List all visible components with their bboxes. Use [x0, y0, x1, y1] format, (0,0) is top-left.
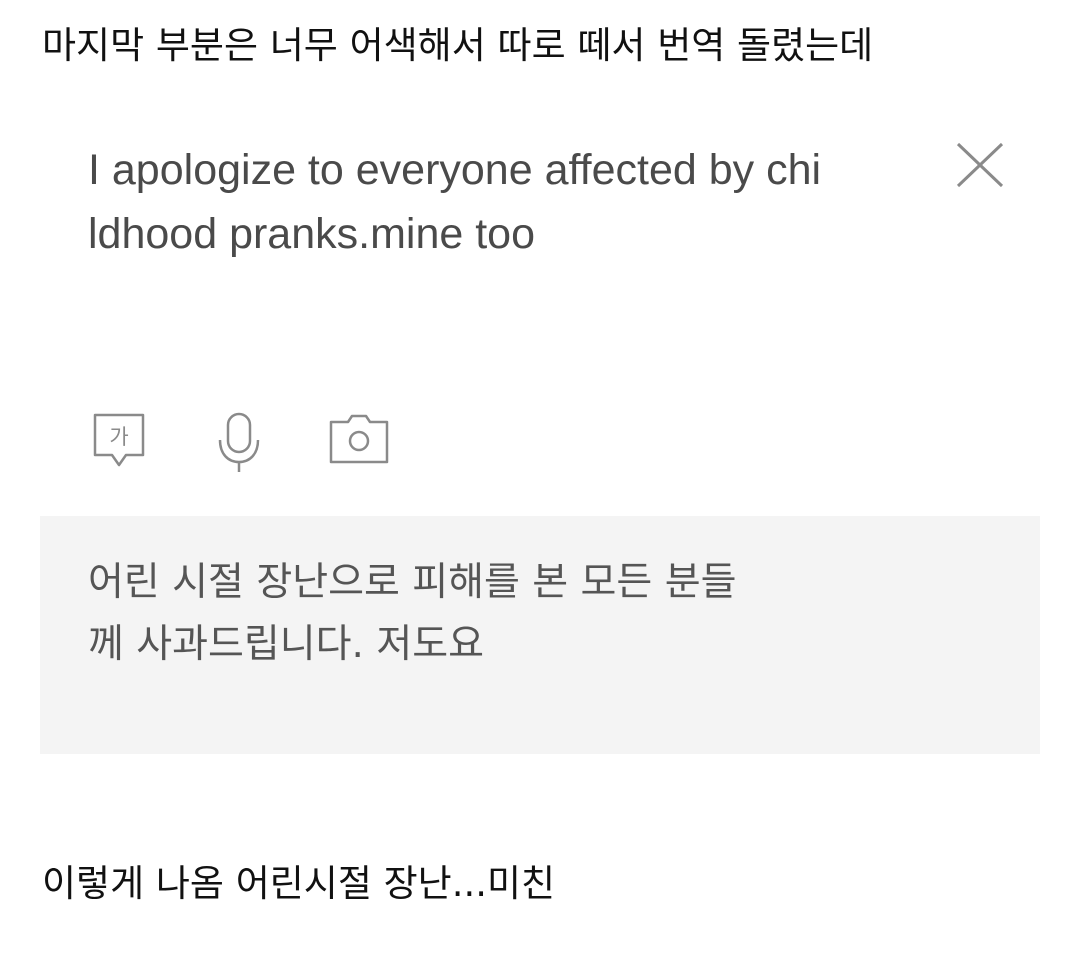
translation-result-panel: 어린 시절 장난으로 피해를 본 모든 분들 께 사과드립니다. 저도요 — [40, 516, 1040, 754]
source-text-input[interactable]: I apologize to everyone affected by chi … — [88, 138, 908, 266]
handwriting-ga-icon: 가 — [93, 413, 145, 467]
translation-result-text: 어린 시절 장난으로 피해를 본 모든 분들 께 사과드립니다. 저도요 — [88, 560, 737, 667]
handwriting-glyph: 가 — [109, 425, 128, 449]
close-x-icon — [956, 142, 1004, 188]
caption-bottom: 이렇게 나옴 어린시절 장난...미친 — [42, 862, 556, 905]
camera-icon — [329, 414, 389, 464]
microphone-icon — [218, 412, 260, 472]
caption-top: 마지막 부분은 너무 어색해서 따로 떼서 번역 돌렸는데 — [42, 24, 874, 67]
camera-input-button[interactable] — [328, 410, 390, 470]
voice-input-button[interactable] — [214, 410, 264, 478]
handwriting-input-button[interactable]: 가 — [92, 410, 148, 474]
clear-text-button[interactable] — [952, 138, 1008, 194]
